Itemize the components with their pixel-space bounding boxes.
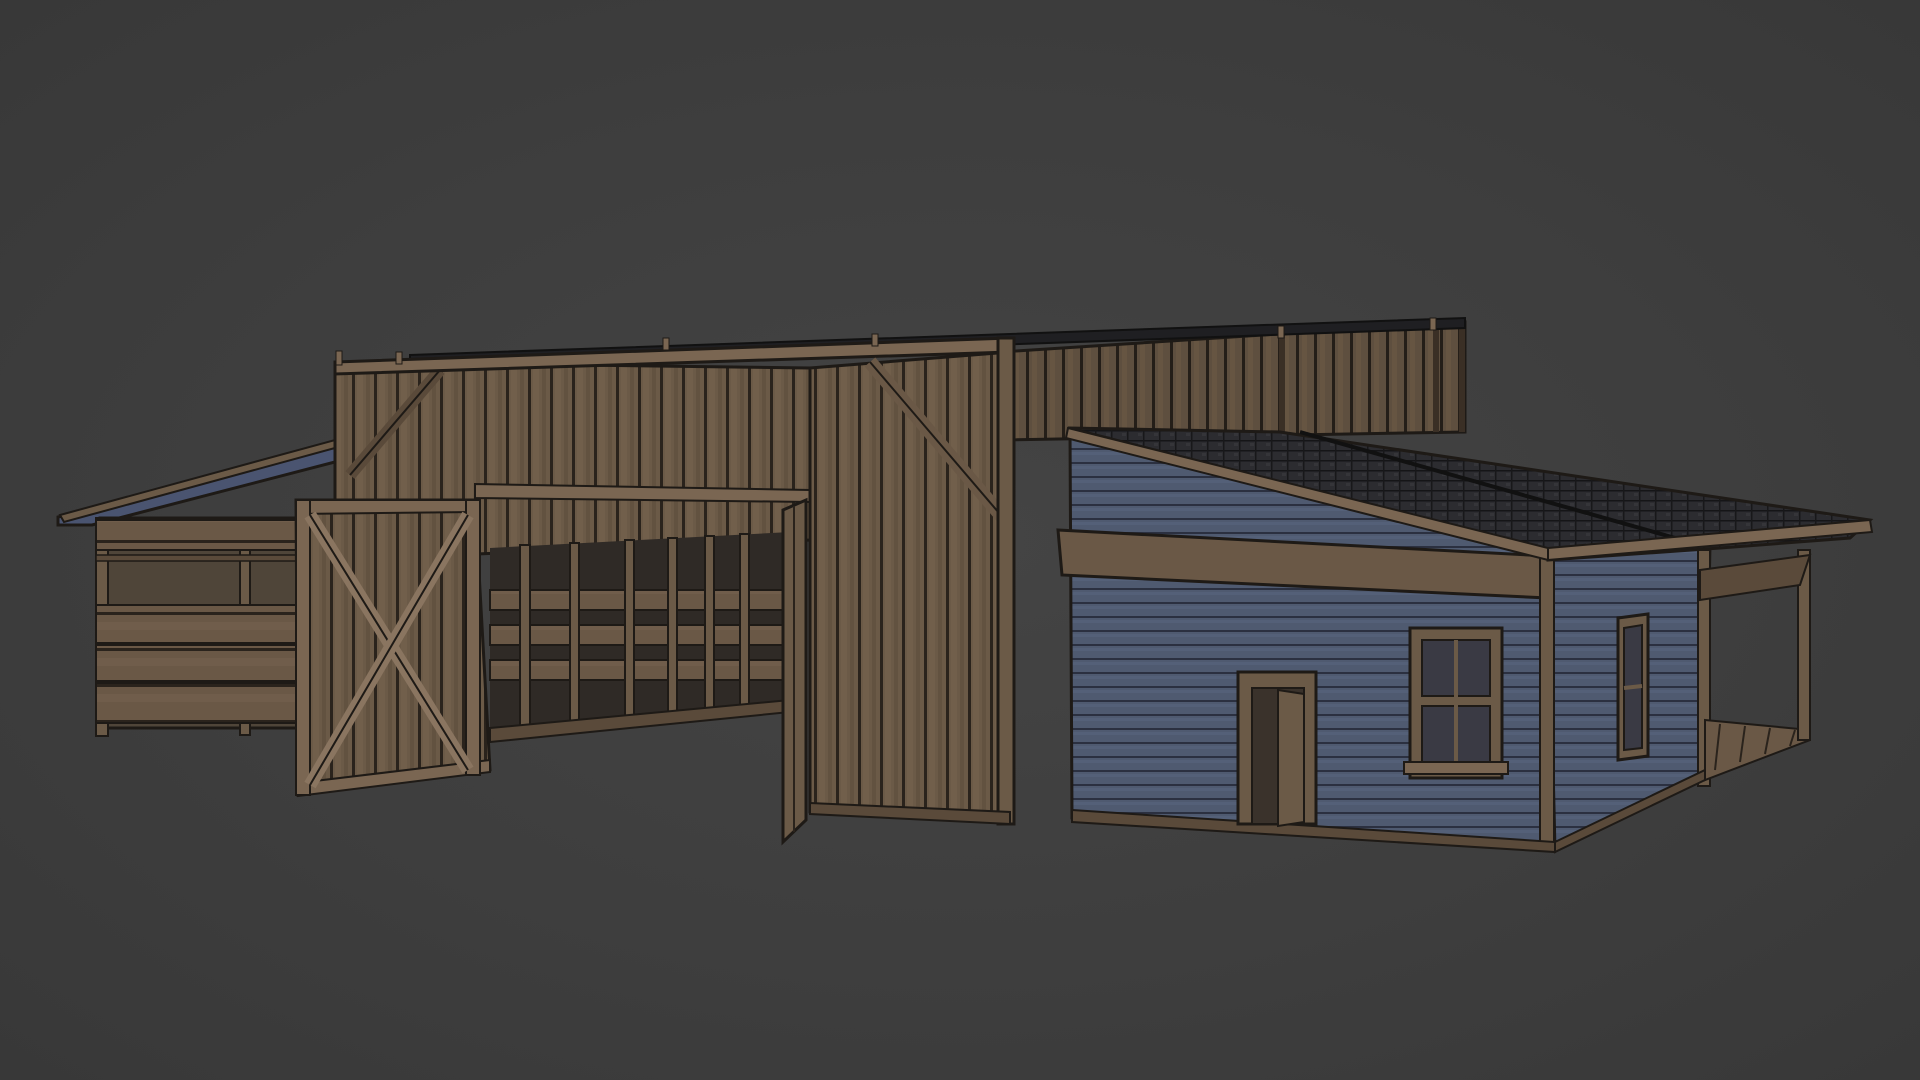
open-x-braced-door <box>294 498 492 798</box>
open-interior-door <box>781 497 808 846</box>
side-window <box>1616 612 1650 762</box>
front-window <box>1403 626 1509 780</box>
porch-deck <box>1704 718 1811 782</box>
front-door <box>1236 670 1318 828</box>
barn-3d-render[interactable] <box>0 0 1920 1080</box>
central-tall-wall <box>808 336 1016 826</box>
3d-viewport[interactable] <box>0 0 1920 1080</box>
left-open-shed <box>56 438 337 737</box>
porch-awning <box>1699 549 1812 741</box>
